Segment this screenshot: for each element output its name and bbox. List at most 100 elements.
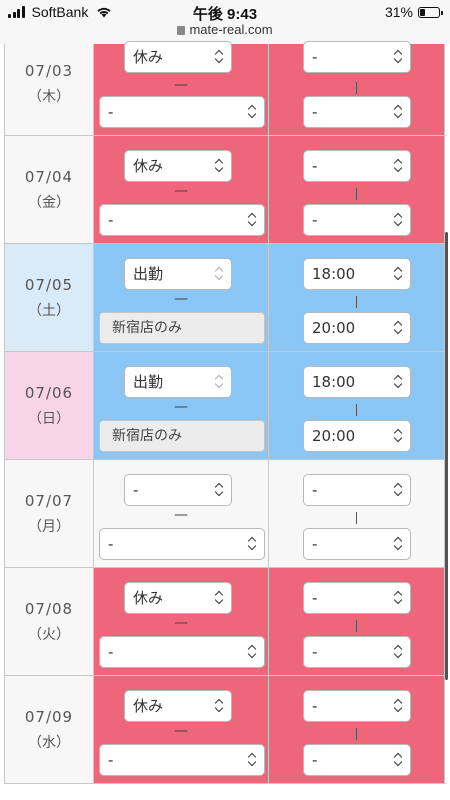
time-cell: - - bbox=[269, 568, 445, 675]
lock-icon bbox=[177, 26, 186, 35]
date-label: 07/05 bbox=[24, 276, 74, 294]
select-arrow-icon bbox=[394, 645, 403, 659]
start-time-select[interactable]: 18:00 bbox=[303, 366, 411, 398]
start-time-select[interactable]: - bbox=[303, 474, 411, 506]
date-cell: 07/09 （水） bbox=[4, 676, 94, 783]
select-arrow-icon bbox=[394, 699, 403, 713]
shift-type-select[interactable]: 出勤 bbox=[124, 258, 232, 290]
select-arrow-icon bbox=[248, 105, 257, 119]
shift-type-cell: 休み — - bbox=[94, 676, 269, 783]
date-label: 07/06 bbox=[24, 384, 74, 402]
bar-separator bbox=[356, 82, 357, 94]
select-arrow-icon bbox=[215, 159, 224, 173]
table-row: 07/05 （土） 出勤 — 新宿店のみ 18:00 20:00 bbox=[4, 244, 446, 352]
bar-separator bbox=[356, 728, 357, 740]
date-cell: 07/04 （金） bbox=[4, 136, 94, 243]
shift-type-select[interactable]: 休み bbox=[124, 582, 232, 614]
shop-select[interactable]: - bbox=[99, 636, 265, 668]
scrollbar[interactable] bbox=[445, 232, 448, 680]
time-cell: 18:00 20:00 bbox=[269, 352, 445, 459]
select-arrow-icon bbox=[394, 321, 403, 335]
status-bar: SoftBank 午後 9:43 mate-real.com 31% bbox=[0, 0, 450, 44]
end-time-select[interactable]: - bbox=[303, 636, 411, 668]
select-arrow-icon bbox=[215, 591, 224, 605]
select-arrow-icon bbox=[215, 267, 224, 281]
select-arrow-icon bbox=[394, 375, 403, 389]
start-time-select[interactable]: - bbox=[303, 150, 411, 182]
shift-type-cell: 休み — - bbox=[94, 568, 269, 675]
weekday-label: （土） bbox=[28, 303, 70, 319]
bar-separator bbox=[356, 188, 357, 200]
table-row: 07/04 （金） 休み — - - - bbox=[4, 136, 446, 244]
shop-select[interactable]: - bbox=[99, 744, 265, 776]
end-time-select[interactable]: 20:00 bbox=[303, 312, 411, 344]
dash-separator: — bbox=[174, 507, 188, 523]
table-row: 07/07 （月） - — - - - bbox=[4, 460, 446, 568]
dash-separator: — bbox=[174, 615, 188, 631]
select-arrow-icon bbox=[394, 213, 403, 227]
end-time-select[interactable]: 20:00 bbox=[303, 420, 411, 452]
shift-type-cell: 出勤 — 新宿店のみ bbox=[94, 352, 269, 459]
weekday-label: （月） bbox=[28, 519, 70, 535]
shift-type-select[interactable]: 休み bbox=[124, 150, 232, 182]
battery-percent: 31% bbox=[384, 4, 413, 20]
date-label: 07/08 bbox=[24, 600, 74, 618]
date-cell: 07/07 （月） bbox=[4, 460, 94, 567]
shift-type-select[interactable]: - bbox=[124, 474, 232, 506]
start-time-select[interactable]: - bbox=[303, 41, 411, 73]
end-time-select[interactable]: - bbox=[303, 96, 411, 128]
battery-icon bbox=[418, 6, 443, 18]
select-arrow-icon bbox=[394, 537, 403, 551]
select-arrow-icon bbox=[394, 429, 403, 443]
time-cell: - - bbox=[269, 460, 445, 567]
weekday-label: （日） bbox=[28, 411, 70, 427]
table-row: 07/06 （日） 出勤 — 新宿店のみ 18:00 20:00 bbox=[4, 352, 446, 460]
dash-separator: — bbox=[174, 183, 188, 199]
weekday-label: （水） bbox=[28, 735, 70, 751]
end-time-select[interactable]: - bbox=[303, 744, 411, 776]
select-arrow-icon bbox=[394, 105, 403, 119]
address-bar[interactable]: mate-real.com bbox=[0, 22, 450, 37]
time-cell: - - bbox=[269, 136, 445, 243]
weekday-label: （火） bbox=[28, 627, 70, 643]
start-time-select[interactable]: - bbox=[303, 690, 411, 722]
weekday-label: （木） bbox=[28, 89, 70, 105]
end-time-select[interactable]: - bbox=[303, 528, 411, 560]
shift-type-select[interactable]: 出勤 bbox=[124, 366, 232, 398]
url-text: mate-real.com bbox=[189, 22, 273, 37]
shift-type-cell: 休み — - bbox=[94, 136, 269, 243]
select-arrow-icon bbox=[248, 213, 257, 227]
shift-table: 07/03 （木） 休み — - - - 07/04 （金） 休み — - - … bbox=[4, 41, 446, 784]
select-arrow-icon bbox=[394, 267, 403, 281]
end-time-select[interactable]: - bbox=[303, 204, 411, 236]
weekday-label: （金） bbox=[28, 195, 70, 211]
shift-type-cell: 休み — - bbox=[94, 41, 269, 135]
select-arrow-icon bbox=[248, 753, 257, 767]
table-row: 07/08 （火） 休み — - - - bbox=[4, 568, 446, 676]
select-arrow-icon bbox=[215, 375, 224, 389]
select-arrow-icon bbox=[394, 483, 403, 497]
bar-separator bbox=[356, 296, 357, 308]
dash-separator: — bbox=[174, 77, 188, 93]
time-cell: - - bbox=[269, 676, 445, 783]
shop-select[interactable]: - bbox=[99, 96, 265, 128]
select-arrow-icon bbox=[394, 591, 403, 605]
start-time-select[interactable]: 18:00 bbox=[303, 258, 411, 290]
table-row: 07/03 （木） 休み — - - - bbox=[4, 41, 446, 136]
select-arrow-icon bbox=[248, 645, 257, 659]
shop-select[interactable]: - bbox=[99, 528, 265, 560]
shop-select[interactable]: - bbox=[99, 204, 265, 236]
table-row: 07/09 （水） 休み — - - - bbox=[4, 676, 446, 784]
shift-type-select[interactable]: 休み bbox=[124, 690, 232, 722]
dash-separator: — bbox=[174, 723, 188, 739]
time-cell: - - bbox=[269, 41, 445, 135]
date-cell: 07/08 （火） bbox=[4, 568, 94, 675]
battery-area: 31% bbox=[384, 4, 443, 20]
select-arrow-icon bbox=[394, 159, 403, 173]
shift-type-select[interactable]: 休み bbox=[124, 41, 232, 73]
shift-type-cell: 出勤 — 新宿店のみ bbox=[94, 244, 269, 351]
start-time-select[interactable]: - bbox=[303, 582, 411, 614]
select-arrow-icon bbox=[394, 753, 403, 767]
date-label: 07/07 bbox=[24, 492, 74, 510]
date-label: 07/04 bbox=[24, 168, 74, 186]
